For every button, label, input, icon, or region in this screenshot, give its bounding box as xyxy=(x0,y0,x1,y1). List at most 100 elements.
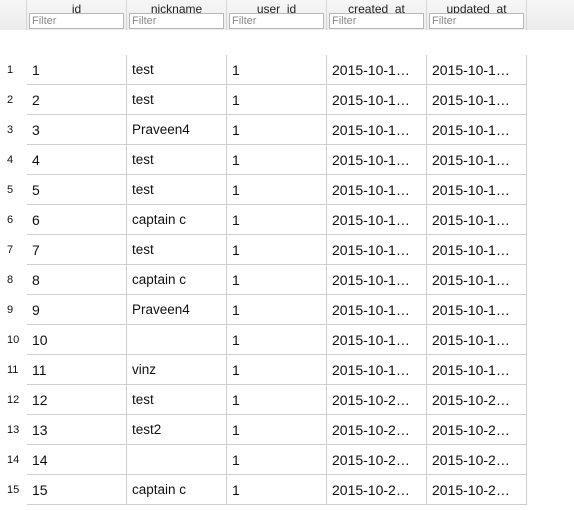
cell-nickname[interactable]: Praveen4 xyxy=(127,295,227,325)
table-row[interactable]: 10 10 1 2015-10-1… 2015-10-1… xyxy=(0,325,527,355)
cell-nickname[interactable]: test xyxy=(127,175,227,205)
cell-updated-at[interactable]: 2015-10-2… xyxy=(427,475,527,505)
cell-id[interactable]: 15 xyxy=(27,475,127,505)
cell-id[interactable]: 6 xyxy=(27,205,127,235)
cell-updated-at[interactable]: 2015-10-1… xyxy=(427,175,527,205)
cell-user-id[interactable]: 1 xyxy=(227,415,327,445)
cell-id[interactable]: 2 xyxy=(27,85,127,115)
cell-user-id[interactable]: 1 xyxy=(227,235,327,265)
table-row[interactable]: 5 5 test 1 2015-10-1… 2015-10-1… xyxy=(0,175,527,205)
cell-id[interactable]: 9 xyxy=(27,295,127,325)
filter-input-id[interactable] xyxy=(29,13,124,29)
cell-created-at[interactable]: 2015-10-1… xyxy=(327,85,427,115)
table-row[interactable]: 4 4 test 1 2015-10-1… 2015-10-1… xyxy=(0,145,527,175)
cell-id[interactable]: 1 xyxy=(27,55,127,85)
column-header-user-id[interactable]: user_id xyxy=(227,0,327,30)
cell-id[interactable]: 14 xyxy=(27,445,127,475)
cell-user-id[interactable]: 1 xyxy=(227,145,327,175)
cell-id[interactable]: 7 xyxy=(27,235,127,265)
cell-updated-at[interactable]: 2015-10-2… xyxy=(427,445,527,475)
table-row[interactable]: 12 12 test 1 2015-10-2… 2015-10-2… xyxy=(0,385,527,415)
cell-user-id[interactable]: 1 xyxy=(227,295,327,325)
filter-input-nickname[interactable] xyxy=(129,13,224,29)
table-row[interactable]: 14 14 1 2015-10-2… 2015-10-2… xyxy=(0,445,527,475)
filter-input-user-id[interactable] xyxy=(229,13,324,29)
cell-nickname[interactable]: test xyxy=(127,385,227,415)
cell-id[interactable]: 8 xyxy=(27,265,127,295)
cell-created-at[interactable]: 2015-10-1… xyxy=(327,325,427,355)
cell-user-id[interactable]: 1 xyxy=(227,175,327,205)
table-row[interactable]: 1 1 test 1 2015-10-1… 2015-10-1… xyxy=(0,55,527,85)
table-row[interactable]: 15 15 captain c 1 2015-10-2… 2015-10-2… xyxy=(0,475,527,505)
cell-id[interactable]: 5 xyxy=(27,175,127,205)
cell-created-at[interactable]: 2015-10-1… xyxy=(327,145,427,175)
cell-created-at[interactable]: 2015-10-2… xyxy=(327,385,427,415)
cell-user-id[interactable]: 1 xyxy=(227,325,327,355)
table-row[interactable]: 9 9 Praveen4 1 2015-10-1… 2015-10-1… xyxy=(0,295,527,325)
cell-updated-at[interactable]: 2015-10-2… xyxy=(427,385,527,415)
cell-created-at[interactable]: 2015-10-2… xyxy=(327,445,427,475)
table-row[interactable]: 2 2 test 1 2015-10-1… 2015-10-1… xyxy=(0,85,527,115)
column-header-id[interactable]: id xyxy=(27,0,127,30)
column-header-created-at[interactable]: created_at xyxy=(327,0,427,30)
cell-nickname[interactable]: test xyxy=(127,145,227,175)
cell-updated-at[interactable]: 2015-10-1… xyxy=(427,85,527,115)
cell-created-at[interactable]: 2015-10-2… xyxy=(327,475,427,505)
cell-nickname[interactable]: Praveen4 xyxy=(127,115,227,145)
table-row[interactable]: 6 6 captain c 1 2015-10-1… 2015-10-1… xyxy=(0,205,527,235)
cell-user-id[interactable]: 1 xyxy=(227,205,327,235)
cell-nickname[interactable]: captain c xyxy=(127,475,227,505)
cell-created-at[interactable]: 2015-10-1… xyxy=(327,265,427,295)
cell-updated-at[interactable]: 2015-10-1… xyxy=(427,145,527,175)
cell-nickname[interactable]: captain c xyxy=(127,265,227,295)
table-row[interactable]: 7 7 test 1 2015-10-1… 2015-10-1… xyxy=(0,235,527,265)
cell-nickname[interactable]: test xyxy=(127,55,227,85)
cell-nickname[interactable]: test2 xyxy=(127,415,227,445)
cell-created-at[interactable]: 2015-10-1… xyxy=(327,235,427,265)
cell-updated-at[interactable]: 2015-10-2… xyxy=(427,415,527,445)
filter-input-updated-at[interactable] xyxy=(429,13,524,29)
cell-nickname[interactable]: test xyxy=(127,85,227,115)
table-row[interactable]: 11 11 vinz 1 2015-10-1… 2015-10-1… xyxy=(0,355,527,385)
column-header-updated-at[interactable]: updated_at xyxy=(427,0,527,30)
cell-created-at[interactable]: 2015-10-2… xyxy=(327,415,427,445)
table-row[interactable]: 8 8 captain c 1 2015-10-1… 2015-10-1… xyxy=(0,265,527,295)
cell-created-at[interactable]: 2015-10-1… xyxy=(327,175,427,205)
cell-user-id[interactable]: 1 xyxy=(227,445,327,475)
cell-updated-at[interactable]: 2015-10-1… xyxy=(427,355,527,385)
cell-updated-at[interactable]: 2015-10-1… xyxy=(427,325,527,355)
cell-nickname[interactable] xyxy=(127,445,227,475)
cell-user-id[interactable]: 1 xyxy=(227,265,327,295)
cell-nickname[interactable] xyxy=(127,325,227,355)
cell-user-id[interactable]: 1 xyxy=(227,355,327,385)
cell-nickname[interactable]: test xyxy=(127,235,227,265)
cell-created-at[interactable]: 2015-10-1… xyxy=(327,205,427,235)
cell-id[interactable]: 4 xyxy=(27,145,127,175)
filter-input-created-at[interactable] xyxy=(329,13,424,29)
table-row[interactable]: 13 13 test2 1 2015-10-2… 2015-10-2… xyxy=(0,415,527,445)
cell-created-at[interactable]: 2015-10-1… xyxy=(327,115,427,145)
cell-user-id[interactable]: 1 xyxy=(227,55,327,85)
cell-id[interactable]: 3 xyxy=(27,115,127,145)
cell-updated-at[interactable]: 2015-10-1… xyxy=(427,55,527,85)
cell-created-at[interactable]: 2015-10-1… xyxy=(327,55,427,85)
cell-updated-at[interactable]: 2015-10-1… xyxy=(427,265,527,295)
cell-nickname[interactable]: vinz xyxy=(127,355,227,385)
table-row[interactable]: 3 3 Praveen4 1 2015-10-1… 2015-10-1… xyxy=(0,115,527,145)
cell-user-id[interactable]: 1 xyxy=(227,85,327,115)
cell-id[interactable]: 11 xyxy=(27,355,127,385)
cell-id[interactable]: 10 xyxy=(27,325,127,355)
cell-user-id[interactable]: 1 xyxy=(227,115,327,145)
cell-updated-at[interactable]: 2015-10-1… xyxy=(427,115,527,145)
cell-user-id[interactable]: 1 xyxy=(227,385,327,415)
column-header-nickname[interactable]: nickname xyxy=(127,0,227,30)
cell-user-id[interactable]: 1 xyxy=(227,475,327,505)
cell-updated-at[interactable]: 2015-10-1… xyxy=(427,295,527,325)
cell-id[interactable]: 13 xyxy=(27,415,127,445)
cell-created-at[interactable]: 2015-10-1… xyxy=(327,355,427,385)
cell-updated-at[interactable]: 2015-10-1… xyxy=(427,235,527,265)
cell-nickname[interactable]: captain c xyxy=(127,205,227,235)
cell-id[interactable]: 12 xyxy=(27,385,127,415)
cell-created-at[interactable]: 2015-10-1… xyxy=(327,295,427,325)
cell-updated-at[interactable]: 2015-10-1… xyxy=(427,205,527,235)
